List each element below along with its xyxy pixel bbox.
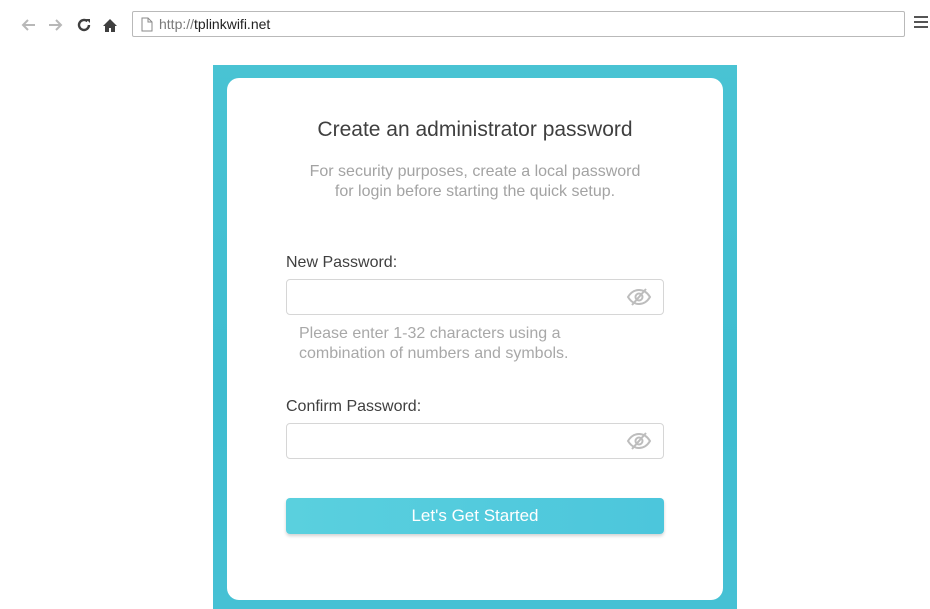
url-prefix: http:// (159, 16, 195, 32)
page-icon (141, 17, 153, 31)
browser-toolbar: http://tplinkwifi.net (0, 0, 930, 48)
address-bar[interactable]: http://tplinkwifi.net (132, 11, 905, 37)
hint-line-1: Please enter 1-32 characters using a (299, 325, 561, 342)
page-title: Create an administrator password (317, 118, 633, 141)
new-password-input[interactable] (286, 279, 664, 315)
menu-icon (914, 16, 928, 28)
subtitle-line-2: for login before starting the quick setu… (334, 183, 616, 200)
eye-slash-icon (626, 432, 652, 450)
hint-line-2: combination of numbers and symbols. (299, 345, 569, 362)
confirm-password-input[interactable] (286, 423, 664, 459)
reload-button[interactable] (74, 14, 94, 36)
url-host: tplinkwifi.net (194, 16, 271, 32)
home-button[interactable] (100, 14, 120, 36)
menu-button[interactable] (914, 16, 928, 30)
back-button[interactable] (18, 14, 38, 36)
back-icon (21, 19, 35, 31)
reload-icon (77, 18, 91, 32)
page-subtitle: For security purposes, create a local pa… (267, 162, 683, 202)
forward-button[interactable] (46, 14, 66, 36)
forward-icon (49, 19, 63, 31)
subtitle-line-1: For security purposes, create a local pa… (309, 163, 641, 180)
password-hint: Please enter 1-32 characters using a com… (299, 324, 659, 364)
lets-get-started-button[interactable]: Let's Get Started (286, 498, 664, 534)
home-icon (103, 18, 117, 32)
new-password-visibility-toggle[interactable] (626, 286, 652, 308)
setup-card: Create an administrator password For sec… (227, 78, 723, 600)
eye-slash-icon (626, 288, 652, 306)
confirm-password-visibility-toggle[interactable] (626, 430, 652, 452)
new-password-label: New Password: (286, 254, 398, 271)
confirm-password-label: Confirm Password: (286, 398, 422, 415)
